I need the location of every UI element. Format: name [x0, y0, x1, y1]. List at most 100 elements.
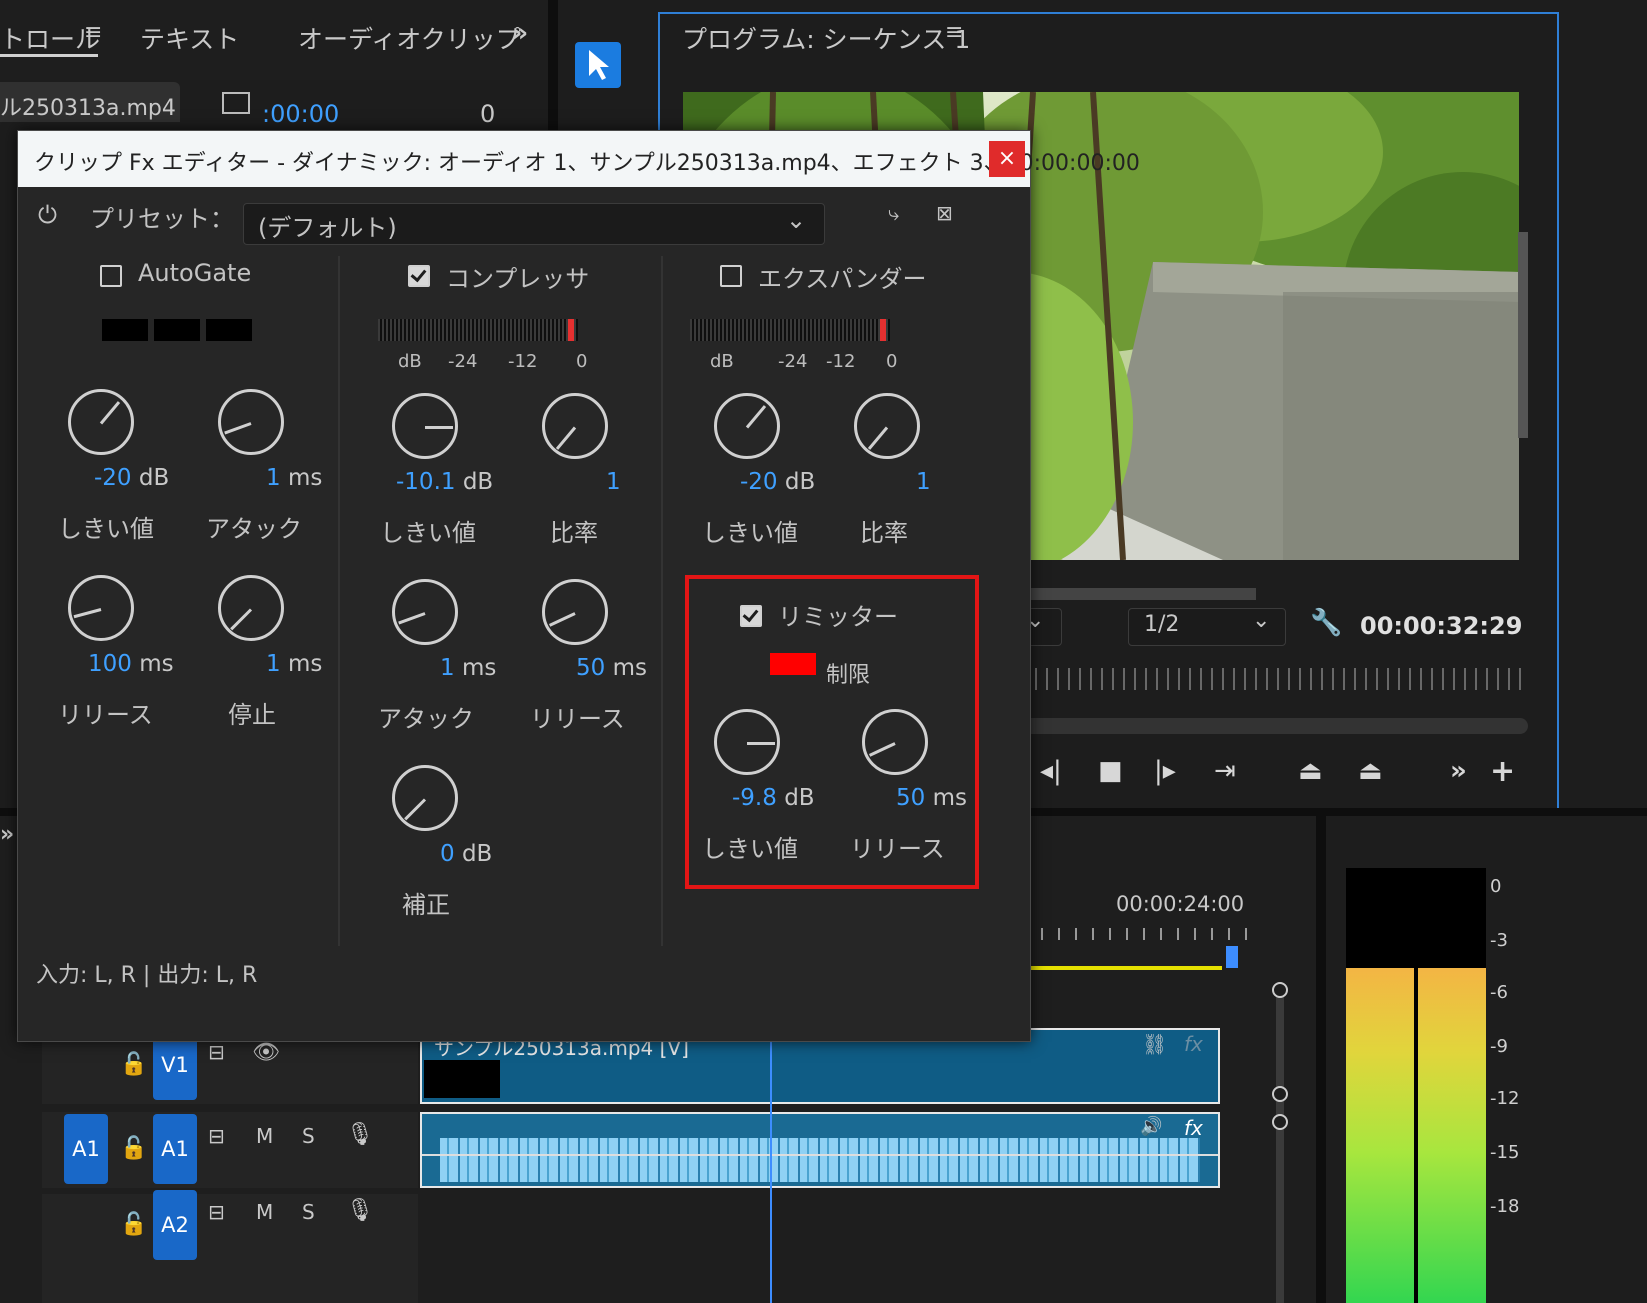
step-back-icon[interactable]: ◂|: [1040, 756, 1062, 786]
sync-lock-icon[interactable]: ⊟: [208, 1200, 225, 1224]
autogate-threshold-label: しきい値: [58, 515, 154, 543]
wrench-icon[interactable]: 🔧: [1310, 608, 1342, 638]
compressor-checkbox[interactable]: [408, 265, 430, 287]
source-timecode[interactable]: :00:00: [262, 100, 339, 128]
meter-scale-12: -12: [1490, 1088, 1520, 1109]
autogate-checkbox[interactable]: [100, 265, 122, 287]
program-timecode[interactable]: 00:00:32:29: [1360, 612, 1522, 640]
step-forward-icon[interactable]: |▸: [1154, 756, 1176, 786]
meter-tick: 0: [576, 351, 588, 372]
monitor-scrollbar[interactable]: [1518, 232, 1528, 438]
lock-icon[interactable]: 🔓: [120, 1136, 147, 1161]
meter-tick: -24: [778, 351, 808, 372]
panel-toggle-icon[interactable]: [222, 92, 250, 114]
autogate-hold-label: 停止: [228, 701, 276, 729]
playhead-handle[interactable]: [1226, 946, 1238, 968]
timeline-more-icon[interactable]: »: [0, 822, 14, 847]
lock-icon[interactable]: 🔓: [120, 1052, 147, 1077]
track-target-a1[interactable]: A1: [153, 1114, 197, 1184]
power-icon[interactable]: ⏻: [38, 201, 57, 229]
ruler-time: 00:00:24:00: [1116, 892, 1245, 916]
unit: dB: [784, 469, 816, 495]
solo-button[interactable]: S: [302, 1200, 315, 1224]
compressor-ratio-label: 比率: [550, 519, 598, 547]
delete-preset-icon[interactable]: ⊠: [936, 201, 953, 225]
gate-indicator: [102, 319, 148, 341]
autogate-hold-knob[interactable]: [218, 575, 284, 641]
stop-icon[interactable]: ■: [1098, 756, 1123, 786]
compressor-threshold-knob[interactable]: [392, 393, 458, 459]
extract-icon[interactable]: ⏏: [1358, 756, 1383, 786]
sync-lock-icon[interactable]: ⊟: [208, 1124, 225, 1148]
tab-audio-clip-mixer[interactable]: オーディオクリップ: [298, 20, 521, 56]
preset-dropdown[interactable]: (デフォルト) ⌄: [243, 203, 825, 245]
expander-ratio-value[interactable]: 1: [916, 469, 931, 495]
compressor-gain-knob[interactable]: [392, 765, 458, 831]
lock-icon[interactable]: 🔓: [120, 1212, 147, 1237]
autogate-release-value[interactable]: 100: [88, 651, 132, 677]
autogate-attack-knob[interactable]: [218, 389, 284, 455]
add-button-icon[interactable]: +: [1490, 754, 1515, 789]
compressor-release-value[interactable]: 50: [576, 655, 605, 681]
active-tab-underline: [0, 54, 98, 57]
expander-threshold-value[interactable]: -20: [740, 469, 778, 495]
meter-scale-0: 0: [1490, 876, 1502, 897]
preset-label: プリセット：: [90, 205, 234, 233]
autogate-hold-value[interactable]: 1: [266, 651, 281, 677]
meter-tick: 0: [886, 351, 898, 372]
dialog-title-bar[interactable]: クリップ Fx エディター - ダイナミック: オーディオ 1、サンプル2503…: [18, 131, 1140, 187]
compressor-gain-value[interactable]: 0: [440, 841, 455, 867]
fx-badge-icon[interactable]: fx: [1184, 1116, 1203, 1140]
compressor-ratio-value[interactable]: 1: [606, 469, 621, 495]
compressor-ratio-knob[interactable]: [542, 393, 608, 459]
panel-divider[interactable]: [1316, 816, 1326, 1303]
expander-threshold-knob[interactable]: [714, 393, 780, 459]
routing-icon[interactable]: ⤷: [888, 201, 899, 225]
monitor-zoom-scroll[interactable]: [980, 718, 1528, 734]
meter-tick: dB: [398, 351, 422, 372]
meter-tick: dB: [710, 351, 734, 372]
compressor-gain-reduction-meter: [378, 319, 578, 341]
compressor-label: コンプレッサ: [446, 265, 590, 293]
timeline-vertical-scroll[interactable]: [1272, 980, 1288, 1303]
autogate-release-knob[interactable]: [68, 575, 134, 641]
compressor-attack-knob[interactable]: [392, 579, 458, 645]
autogate-attack-value[interactable]: 1: [266, 465, 281, 491]
volume-rubber-band[interactable]: [422, 1154, 1218, 1156]
compressor-release-knob[interactable]: [542, 579, 608, 645]
program-menu-icon[interactable]: ≡: [945, 20, 963, 45]
expander-ratio-knob[interactable]: [854, 393, 920, 459]
lift-icon[interactable]: ⏏: [1298, 756, 1323, 786]
compressor-threshold-value[interactable]: -10.1: [396, 469, 456, 495]
sync-lock-icon[interactable]: ⊟: [208, 1040, 225, 1064]
compressor-attack-value[interactable]: 1: [440, 655, 455, 681]
close-button[interactable]: ×: [989, 141, 1025, 177]
tab-menu-icon[interactable]: ≡: [84, 20, 102, 45]
autogate-threshold-knob[interactable]: [68, 389, 134, 455]
monitor-time-ruler[interactable]: [980, 668, 1528, 690]
mute-button[interactable]: M: [256, 1200, 273, 1224]
autogate-threshold-value[interactable]: -20: [94, 465, 132, 491]
scroll-handle[interactable]: [1272, 982, 1288, 998]
microphone-icon[interactable]: 🎙: [346, 1122, 374, 1147]
audio-clip[interactable]: 🔊 fx: [420, 1112, 1220, 1188]
scroll-handle[interactable]: [1272, 1086, 1288, 1102]
more-tabs-icon[interactable]: »: [512, 18, 528, 47]
tab-text[interactable]: テキスト: [140, 20, 239, 56]
microphone-icon[interactable]: 🎙: [346, 1198, 374, 1223]
expander-checkbox[interactable]: [720, 265, 742, 287]
source-patch-a1[interactable]: A1: [64, 1114, 108, 1184]
solo-button[interactable]: S: [302, 1124, 315, 1148]
gate-indicator: [206, 319, 252, 341]
go-to-out-icon[interactable]: ⇥: [1214, 756, 1236, 786]
eye-icon[interactable]: 👁: [252, 1040, 280, 1065]
selection-tool-button[interactable]: [575, 42, 621, 88]
audio-meter-right: [1418, 968, 1486, 1303]
fx-badge-icon[interactable]: fx: [1184, 1032, 1203, 1056]
mute-button[interactable]: M: [256, 1124, 273, 1148]
meter-tick: -24: [448, 351, 478, 372]
unit: ms: [461, 655, 497, 681]
more-controls-icon[interactable]: »: [1450, 756, 1467, 786]
scroll-handle[interactable]: [1272, 1114, 1288, 1130]
track-target-a2[interactable]: A2: [153, 1190, 197, 1260]
